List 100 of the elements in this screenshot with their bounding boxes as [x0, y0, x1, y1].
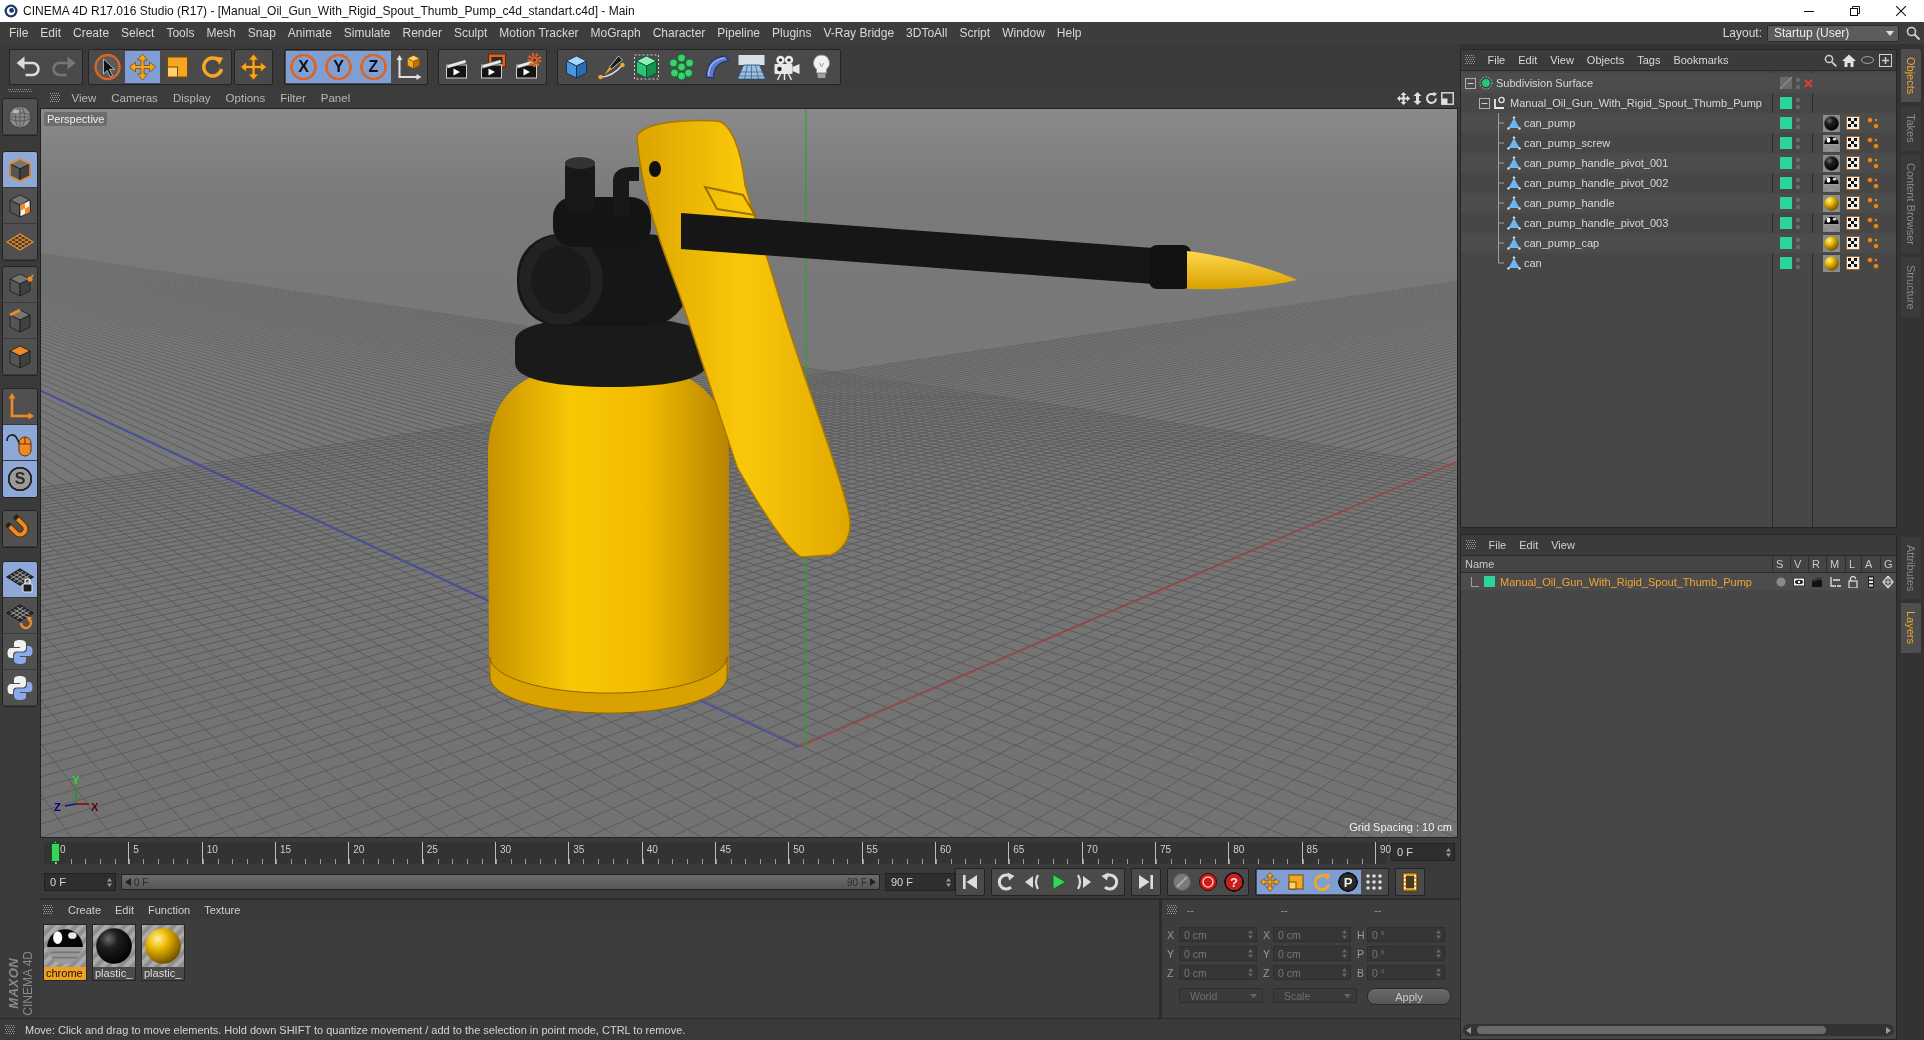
object-row[interactable]: Subdivision Surface — [1461, 73, 1896, 93]
menu-item[interactable]: Create — [67, 26, 116, 40]
dots-tag-icon[interactable] — [1866, 136, 1880, 150]
object-name[interactable]: can_pump_handle_pivot_002 — [1524, 177, 1669, 189]
axis-lock-button[interactable]: Z — [356, 51, 391, 83]
menu-item[interactable]: Window — [996, 26, 1051, 40]
menu-item[interactable]: Animate — [281, 26, 338, 40]
menu-item[interactable]: Sculpt — [447, 26, 494, 40]
column-header[interactable]: Name — [1461, 556, 1772, 572]
checker-tag-icon[interactable] — [1846, 116, 1860, 130]
menu-item[interactable]: File — [3, 26, 35, 40]
move-icon[interactable] — [1397, 91, 1410, 105]
visibility-dots-icon[interactable] — [1795, 156, 1801, 170]
cube-icon[interactable] — [3, 152, 37, 188]
menu-item[interactable]: Edit — [1511, 54, 1544, 66]
dots-tag-icon[interactable] — [1866, 116, 1880, 130]
close-icon[interactable] — [1896, 6, 1906, 16]
menu-item[interactable]: Snap — [241, 26, 282, 40]
material-name[interactable]: chrome — [44, 967, 86, 980]
parameter-key-button[interactable]: P — [1335, 870, 1361, 894]
object-name[interactable]: can_pump_cap — [1524, 237, 1600, 249]
menu-item[interactable]: Objects — [1580, 54, 1631, 66]
start-frame-field[interactable]: 0 F — [44, 873, 116, 891]
polygon-cube-icon[interactable] — [3, 339, 37, 375]
visibility-dots-icon[interactable] — [1795, 76, 1801, 90]
menu-item[interactable]: Simulate — [337, 26, 397, 40]
restore-icon[interactable] — [1850, 6, 1860, 16]
visibility-dots-icon[interactable] — [1795, 116, 1801, 130]
grid-rotate-icon[interactable] — [3, 598, 37, 634]
visibility-dots-icon[interactable] — [1795, 176, 1801, 190]
material-tag-icon[interactable] — [1823, 134, 1840, 152]
column-header[interactable]: A — [1861, 556, 1880, 572]
collapse-icon[interactable] — [1465, 77, 1476, 89]
object-name[interactable]: Subdivision Surface — [1496, 77, 1594, 89]
material-thumbnail[interactable] — [142, 925, 184, 967]
dots-tag-icon[interactable] — [1866, 256, 1880, 270]
menu-item[interactable]: View — [1543, 54, 1581, 66]
column-header[interactable]: S — [1772, 556, 1790, 572]
menu-item[interactable]: MoGraph — [584, 26, 647, 40]
side-tab[interactable]: Layers — [1900, 603, 1921, 653]
visibility-dots-icon[interactable] — [1795, 196, 1801, 210]
search-icon[interactable] — [1906, 26, 1920, 40]
menu-item[interactable]: Help — [1050, 26, 1088, 40]
python-icon[interactable] — [3, 670, 37, 706]
object-row[interactable]: can_pump_handle — [1461, 193, 1896, 213]
menu-item[interactable]: Edit — [34, 26, 68, 40]
checker-cube-icon[interactable] — [3, 188, 37, 224]
menu-item[interactable]: Pipeline — [711, 26, 767, 40]
menu-item[interactable]: Panel — [313, 92, 358, 104]
dots-tag-icon[interactable] — [1866, 236, 1880, 250]
menu-item[interactable]: Create — [61, 903, 109, 916]
menu-item[interactable]: Texture — [197, 903, 248, 916]
object-name[interactable]: can_pump_handle_pivot_003 — [1524, 217, 1669, 229]
grid-lock-icon[interactable] — [3, 562, 37, 598]
object-name[interactable]: can_pump_handle — [1524, 197, 1615, 209]
home-icon[interactable] — [1842, 53, 1856, 67]
column-header[interactable]: V — [1790, 556, 1808, 572]
object-name[interactable]: Manual_Oil_Gun_With_Rigid_Spout_Thumb_Pump — [1510, 97, 1762, 109]
mouse-icon[interactable] — [3, 425, 37, 461]
dots-tag-icon[interactable] — [1866, 156, 1880, 170]
menu-item[interactable]: File — [1481, 54, 1512, 66]
checker-tag-icon[interactable] — [1846, 196, 1860, 210]
visibility-dots-icon[interactable] — [1795, 136, 1801, 150]
menu-item[interactable]: 3DToAll — [900, 26, 954, 40]
visibility-dots-icon[interactable] — [1795, 96, 1801, 110]
layout-dropdown[interactable]: Startup (User) — [1767, 24, 1899, 42]
menu-item[interactable]: Edit — [108, 903, 141, 916]
apply-button[interactable]: Apply — [1367, 988, 1451, 1005]
dots-tag-icon[interactable] — [1866, 216, 1880, 230]
visibility-dots-icon[interactable] — [1795, 236, 1801, 250]
object-name[interactable]: can_pump — [1524, 117, 1576, 129]
edge-cube-icon[interactable] — [3, 303, 37, 339]
material-tag-icon[interactable] — [1823, 254, 1840, 272]
visibility-dots-icon[interactable] — [1795, 216, 1801, 230]
menu-item[interactable]: Mesh — [200, 26, 242, 40]
menu-item[interactable]: Options — [218, 92, 273, 104]
eye-icon[interactable] — [1793, 575, 1805, 588]
menu-item[interactable]: Render — [396, 26, 448, 40]
material-thumbnail[interactable] — [44, 925, 86, 967]
menu-item[interactable]: Bookmarks — [1666, 54, 1735, 66]
menu-item[interactable]: Function — [141, 903, 198, 916]
horizontal-scrollbar[interactable] — [1463, 1024, 1894, 1036]
scrollbar-thumb[interactable] — [1477, 1026, 1826, 1034]
side-tab[interactable]: Objects — [1900, 49, 1921, 103]
menu-item[interactable]: View — [1544, 539, 1582, 551]
material-name[interactable]: plastic_ — [142, 967, 184, 980]
add-panel-icon[interactable] — [1879, 53, 1892, 67]
menu-item[interactable]: Select — [115, 26, 161, 40]
material-tag-icon[interactable] — [1823, 194, 1840, 212]
object-name[interactable]: can_pump_handle_pivot_001 — [1524, 157, 1669, 169]
menu-item[interactable]: Tags — [1630, 54, 1667, 66]
python-icon[interactable] — [3, 634, 37, 670]
column-header[interactable]: R — [1808, 556, 1826, 572]
axis-icon[interactable] — [3, 389, 37, 425]
grid-plane-icon[interactable] — [3, 224, 37, 260]
maximize-icon[interactable] — [1441, 91, 1454, 105]
dot-icon[interactable] — [1775, 575, 1787, 588]
playhead[interactable] — [51, 843, 60, 862]
snap-button[interactable]: S — [3, 461, 37, 497]
object-name[interactable]: can — [1524, 257, 1542, 269]
